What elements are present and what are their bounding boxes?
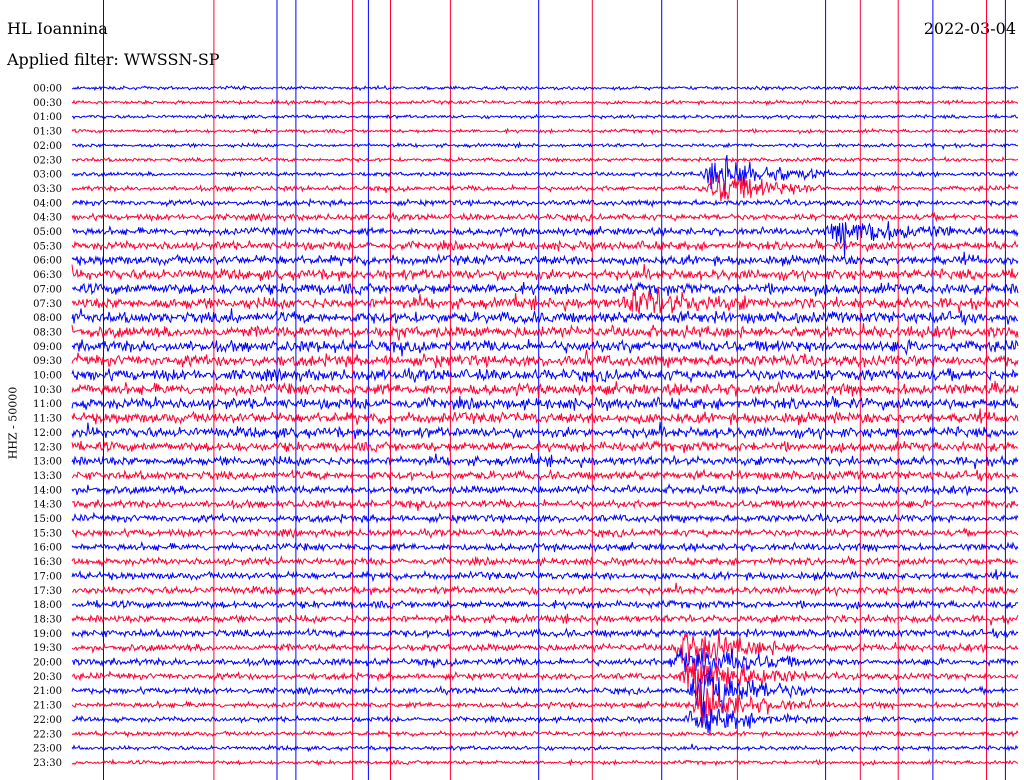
row-label: 00:00 [33,84,62,95]
row-label: 08:00 [33,313,62,324]
row-label: 18:00 [33,600,62,611]
row-label: 16:00 [33,543,62,554]
row-label: 20:00 [33,658,62,669]
row-label: 22:00 [33,715,62,726]
row-label: 21:30 [33,701,62,712]
row-label: 16:30 [33,557,62,568]
row-label: 17:00 [33,571,62,582]
row-label: 06:30 [33,270,62,281]
row-label: 13:30 [33,471,62,482]
row-label: 10:00 [33,371,62,382]
row-label: 04:30 [33,213,62,224]
row-label: 11:00 [33,399,62,410]
row-label: 05:00 [33,227,62,238]
row-label: 14:30 [33,500,62,511]
row-label: 04:00 [33,198,62,209]
row-label: 19:30 [33,643,62,654]
row-label: 10:30 [33,385,62,396]
row-label: 03:00 [33,170,62,181]
helicorder-plot: 00:00 00:30 01:00 01:30 02:00 02:30 03:00 03:30… [33,0,1019,780]
row-label: 08:30 [33,327,62,338]
row-label: 15:00 [33,514,62,525]
row-label: 23:00 [33,744,62,755]
row-label: 01:30 [33,127,62,138]
row-label: 21:00 [33,686,62,697]
row-label: 02:00 [33,141,62,152]
row-label: 00:30 [33,98,62,109]
row-label: 14:00 [33,485,62,496]
row-label: 19:00 [33,629,62,640]
row-label: 09:00 [33,342,62,353]
row-label: 07:30 [33,299,62,310]
row-label: 12:30 [33,442,62,453]
row-label: 17:30 [33,586,62,597]
row-label: 18:30 [33,614,62,625]
row-label: 03:30 [33,184,62,195]
row-label: 20:30 [33,672,62,683]
row-label: 05:30 [33,241,62,252]
row-label: 06:00 [33,256,62,267]
row-label: 13:00 [33,457,62,468]
row-label-layer: 00:00 00:30 01:00 01:30 02:00 02:30 03:00 03:30… [33,84,62,769]
row-label: 11:30 [33,414,62,425]
row-label: 09:30 [33,356,62,367]
row-label: 22:30 [33,729,62,740]
row-label: 02:30 [33,155,62,166]
row-label: 07:00 [33,284,62,295]
row-label: 12:00 [33,428,62,439]
row-label: 15:30 [33,528,62,539]
row-label: 01:00 [33,112,62,123]
row-label: 23:30 [33,758,62,769]
